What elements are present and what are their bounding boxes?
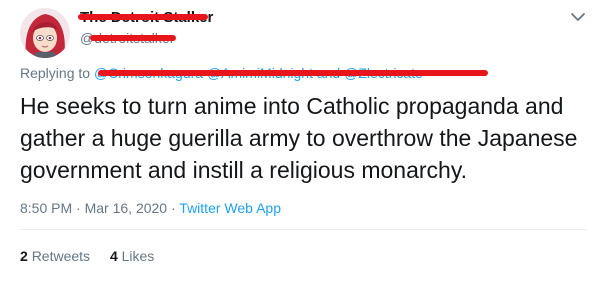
handle-row[interactable]: @detroitstalker (80, 29, 176, 47)
redaction-mark (90, 35, 176, 41)
engagement-stats: 2 Retweets 4 Likes (20, 247, 170, 265)
meta-separator: · (170, 200, 176, 216)
retweets-count: 2 (20, 248, 28, 264)
tweet-time[interactable]: 8:50 PM (20, 200, 72, 216)
tweet-text: He seeks to turn anime into Catholic pro… (20, 93, 578, 183)
replying-to: Replying to @Crimsonkagura @AmimiMidnigh… (20, 64, 488, 82)
tweet-meta: 8:50 PM · Mar 16, 2020 · Twitter Web App (20, 199, 281, 217)
retweets-label: Retweets (31, 248, 91, 264)
tweet-date[interactable]: Mar 16, 2020 (85, 200, 168, 216)
retweets-stat[interactable]: 2 Retweets (20, 247, 90, 265)
avatar[interactable] (20, 8, 70, 58)
redaction-mark (78, 14, 208, 20)
replying-to-label: Replying to (20, 65, 91, 81)
avatar-image (20, 8, 70, 58)
tweet-source-link[interactable]: Twitter Web App (179, 200, 281, 216)
likes-label: Likes (121, 248, 155, 264)
likes-count: 4 (109, 248, 118, 264)
tweet: The Detroit Stalker @detroitstalker Repl… (0, 0, 601, 283)
likes-stat[interactable]: 4 Likes (110, 247, 154, 265)
divider (20, 229, 587, 230)
chevron-down-icon[interactable] (569, 10, 587, 24)
display-name-row[interactable]: The Detroit Stalker (78, 8, 213, 28)
redaction-mark (98, 70, 488, 76)
meta-separator: · (76, 200, 81, 216)
